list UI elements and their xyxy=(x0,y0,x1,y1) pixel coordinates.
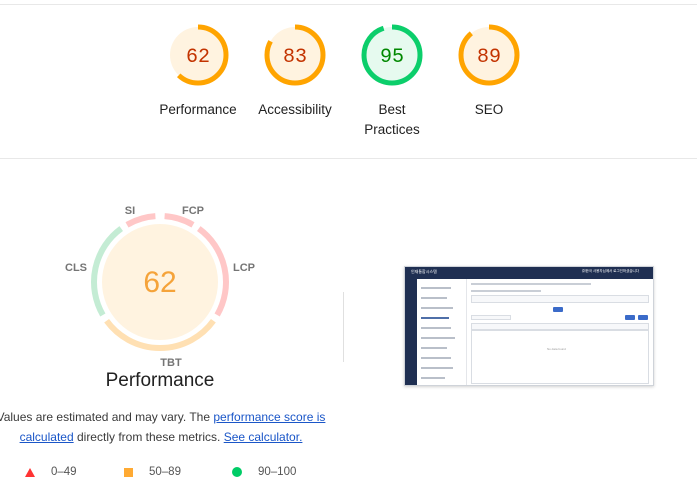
thumb-icon-rail xyxy=(405,279,417,385)
thumb-filter-bar xyxy=(471,295,649,303)
gauge-best-practices[interactable]: 95 Best Practices xyxy=(342,22,442,140)
square-icon xyxy=(124,467,133,477)
thumb-nav-item xyxy=(421,327,451,329)
legend-average-range: 50–89 xyxy=(149,466,181,478)
gauge-accessibility[interactable]: 83 Accessibility xyxy=(245,22,345,120)
thumb-main: No data found xyxy=(467,279,653,385)
gauge-accessibility-label: Accessibility xyxy=(258,102,332,117)
performance-title: Performance xyxy=(105,370,215,391)
thumb-input xyxy=(471,315,511,320)
circle-icon xyxy=(232,467,242,477)
thumb-search-button xyxy=(553,307,563,312)
legend-pass-range: 90–100 xyxy=(258,466,297,478)
triangle-icon xyxy=(25,467,35,477)
gauge-seo-score: 89 xyxy=(477,46,501,69)
thumb-user-info: ㈜한국 사용자님께서 로그인하셨습니다 xyxy=(582,269,639,273)
gauge-seo-label: SEO xyxy=(474,102,504,117)
gauge-best-practices-label: Best Practices xyxy=(342,100,442,140)
thumb-nav-item xyxy=(421,367,453,369)
gauge-best-practices-label-line2: Practices xyxy=(364,122,420,137)
thumb-nav-item xyxy=(421,287,451,289)
gauge-accessibility-score: 83 xyxy=(283,46,307,69)
metric-label-si[interactable]: SI xyxy=(125,205,135,217)
gauge-best-practices-score: 95 xyxy=(380,46,404,69)
metric-label-fcp[interactable]: FCP xyxy=(182,205,204,217)
score-legend: 0–49 50–89 90–100 xyxy=(0,464,697,482)
legend-pass: 90–100 xyxy=(232,464,296,480)
gauge-performance-score: 62 xyxy=(186,46,210,69)
metric-label-lcp[interactable]: LCP xyxy=(233,262,255,274)
thumb-nav-item xyxy=(421,307,453,309)
vertical-divider xyxy=(343,292,344,362)
thumb-table-body xyxy=(471,330,649,384)
performance-description: Values are estimated and may vary. The p… xyxy=(0,407,326,447)
gauge-seo-ring: 89 xyxy=(458,24,520,86)
gauge-accessibility-ring: 83 xyxy=(264,24,326,86)
performance-gauge-score: 62 xyxy=(143,266,176,299)
legend-fail-range: 0–49 xyxy=(51,466,77,478)
performance-metrics-gauge: 62 SI FCP LCP TBT CLS xyxy=(65,205,255,369)
legend-fail: 0–49 xyxy=(25,464,77,480)
thumb-header: 인재통합시스템 ㈜한국 사용자님께서 로그인하셨습니다 xyxy=(405,267,653,279)
fcp-arc xyxy=(164,213,195,228)
thumb-brand: 인재통합시스템 xyxy=(411,269,437,274)
thumb-nav-item xyxy=(421,377,445,379)
description-text-before: Values are estimated and may vary. The xyxy=(0,410,214,424)
gauge-performance-ring: 62 xyxy=(167,24,229,86)
gauge-best-practices-label-line1: Best xyxy=(378,102,406,117)
thumb-nav-item xyxy=(421,317,449,319)
thumb-action-button xyxy=(638,315,648,320)
top-divider xyxy=(0,4,697,5)
thumb-empty-text: No data found xyxy=(547,347,566,351)
metric-label-cls[interactable]: CLS xyxy=(65,262,87,274)
legend-average: 50–89 xyxy=(124,464,181,480)
thumb-nav-item xyxy=(421,347,447,349)
description-text-middle: directly from these metrics. xyxy=(73,430,224,444)
thumb-nav-item xyxy=(421,297,447,299)
si-arc xyxy=(125,213,156,228)
final-screenshot-thumbnail[interactable]: 인재통합시스템 ㈜한국 사용자님께서 로그인하셨습니다 No data foun… xyxy=(404,266,654,386)
thumb-nav xyxy=(417,279,467,385)
gauge-performance-label: Performance xyxy=(159,102,237,117)
gauge-performance[interactable]: 62 Performance xyxy=(148,22,248,120)
gauge-best-practices-ring: 95 xyxy=(361,24,423,86)
thumb-nav-item xyxy=(421,357,451,359)
section-divider xyxy=(0,158,697,159)
metric-label-tbt[interactable]: TBT xyxy=(160,357,182,369)
thumb-table-header xyxy=(471,323,649,330)
thumb-breadcrumb xyxy=(471,290,541,292)
thumb-tabs xyxy=(471,283,591,285)
see-calculator-link[interactable]: See calculator. xyxy=(224,430,303,444)
thumb-nav-item xyxy=(421,337,455,339)
thumb-action-button xyxy=(625,315,635,320)
gauge-seo[interactable]: 89 SEO xyxy=(439,22,539,120)
